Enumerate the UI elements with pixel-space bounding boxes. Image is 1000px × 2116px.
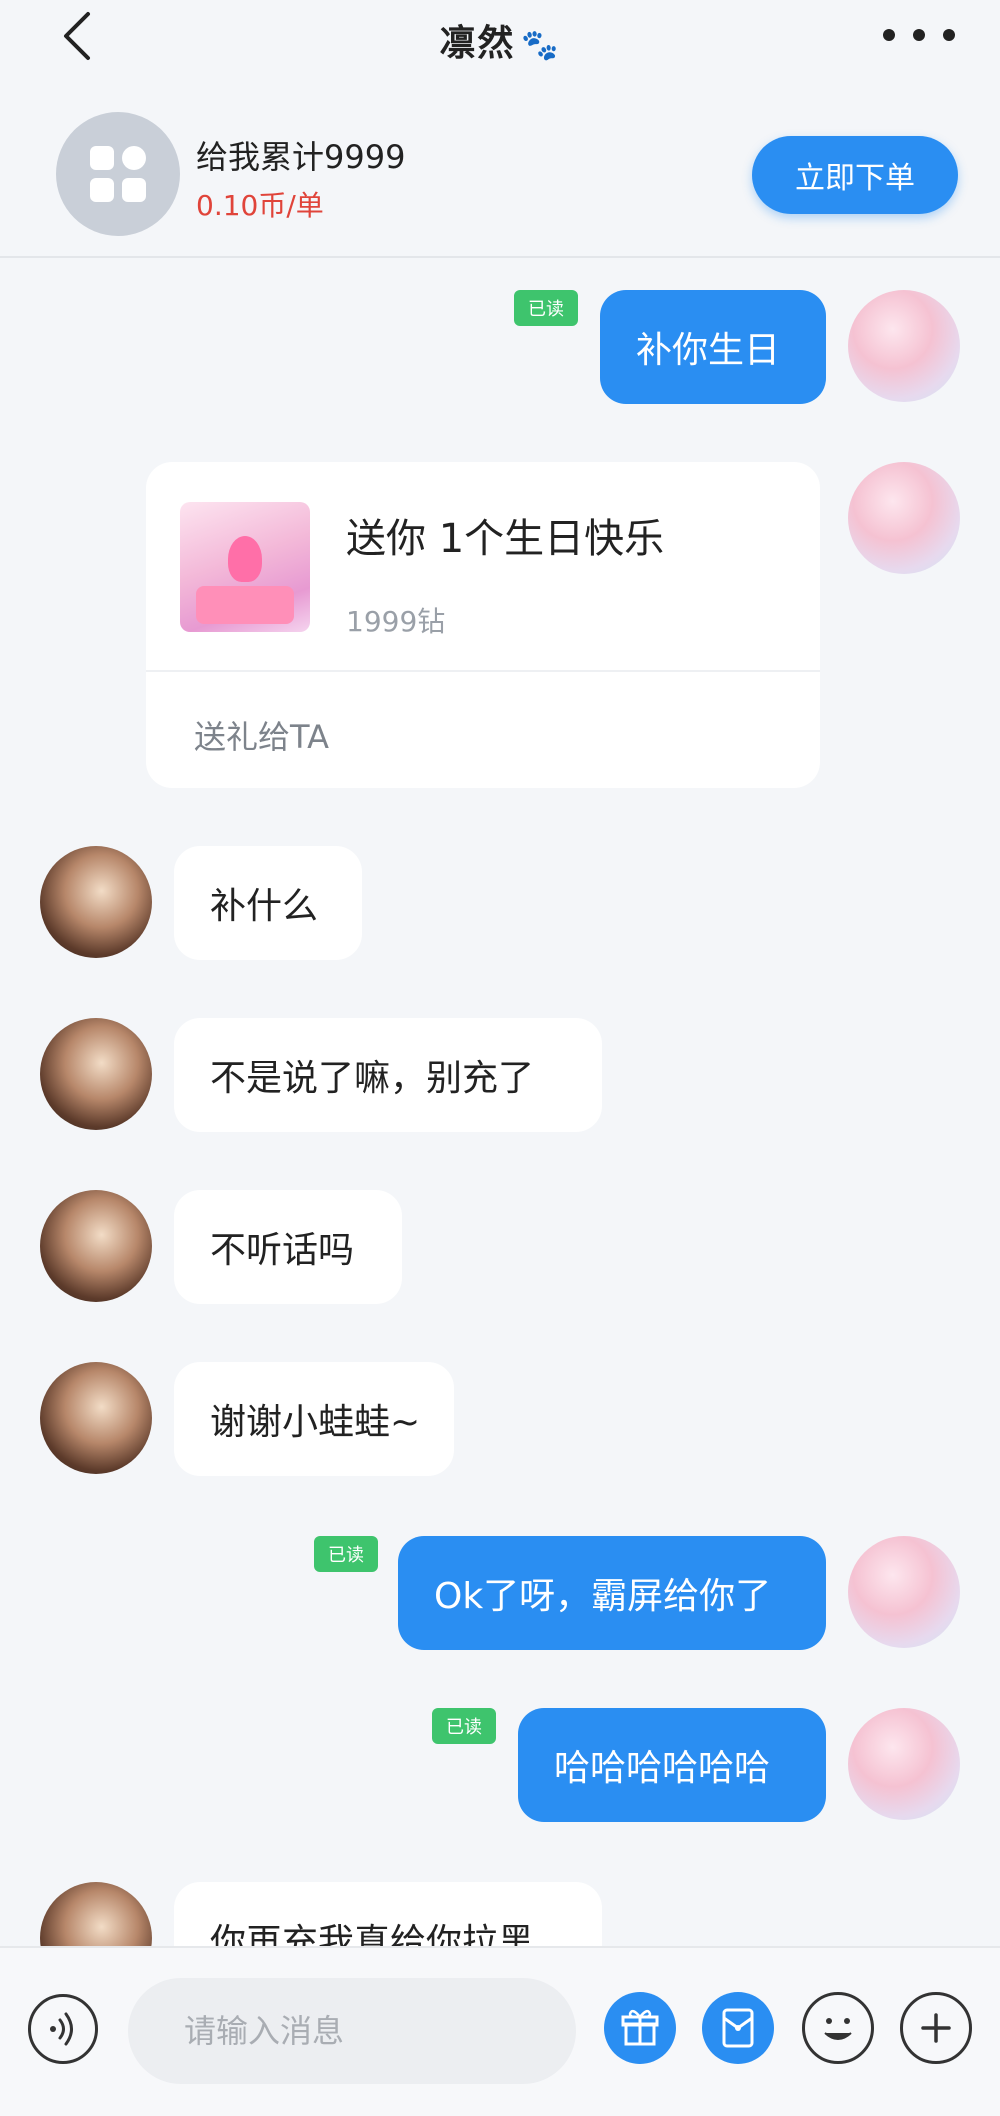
service-name: 给我累计9999 — [196, 138, 406, 176]
message-bubble[interactable]: Ok了呀，霸屏给你了 — [398, 1536, 826, 1650]
read-badge: 已读 — [314, 1536, 378, 1572]
gift-card[interactable]: 送你 1个生日快乐 1999钻 送礼给TA — [146, 462, 820, 788]
cake-shape — [196, 586, 294, 624]
service-avatar — [56, 112, 180, 236]
contact-avatar[interactable] — [40, 1362, 152, 1474]
emoji-icon[interactable] — [802, 1992, 874, 2064]
red-packet-icon[interactable] — [702, 1992, 774, 2064]
birthday-gift-image — [180, 502, 310, 632]
contact-name: 凛然 — [439, 23, 516, 64]
message-bubble[interactable]: 谢谢小蛙蛙~ — [174, 1362, 454, 1476]
flamingo-shape — [228, 536, 262, 582]
order-bar: 给我累计9999 0.10币/单 立即下单 — [0, 92, 1000, 258]
message-bubble[interactable]: 不是说了嘛，别充了 — [174, 1018, 602, 1132]
top-bar: 凛然 🐾 — [0, 0, 1000, 76]
my-avatar[interactable] — [848, 1536, 960, 1648]
my-avatar[interactable] — [848, 1708, 960, 1820]
voice-icon[interactable] — [28, 1994, 98, 2064]
more-icon[interactable] — [874, 20, 964, 50]
chat-title: 凛然 🐾 — [0, 14, 1000, 66]
paw-decoration: 🐾 — [521, 28, 561, 63]
gift-price: 1999钻 — [346, 605, 446, 638]
read-badge: 已读 — [432, 1708, 496, 1744]
input-bar — [0, 1946, 1000, 2116]
order-now-button[interactable]: 立即下单 — [752, 136, 958, 214]
message-bubble[interactable]: 补什么 — [174, 846, 362, 960]
read-badge: 已读 — [514, 290, 578, 326]
message-bubble[interactable]: 不听话吗 — [174, 1190, 402, 1304]
message-bubble[interactable]: 补你生日 — [600, 290, 826, 404]
contact-avatar[interactable] — [40, 1018, 152, 1130]
service-price: 0.10币/单 — [196, 189, 324, 222]
apps-grid-icon — [90, 146, 146, 202]
my-avatar[interactable] — [848, 462, 960, 574]
message-bubble[interactable]: 哈哈哈哈哈哈 — [518, 1708, 826, 1822]
gift-title: 送你 1个生日快乐 — [346, 516, 665, 562]
contact-avatar[interactable] — [40, 846, 152, 958]
gift-icon[interactable] — [604, 1992, 676, 2064]
send-gift-link[interactable]: 送礼给TA — [194, 712, 329, 758]
plus-icon[interactable] — [900, 1992, 972, 2064]
message-input[interactable] — [128, 1978, 576, 2084]
contact-avatar[interactable] — [40, 1190, 152, 1302]
my-avatar[interactable] — [848, 290, 960, 402]
divider — [146, 670, 820, 672]
